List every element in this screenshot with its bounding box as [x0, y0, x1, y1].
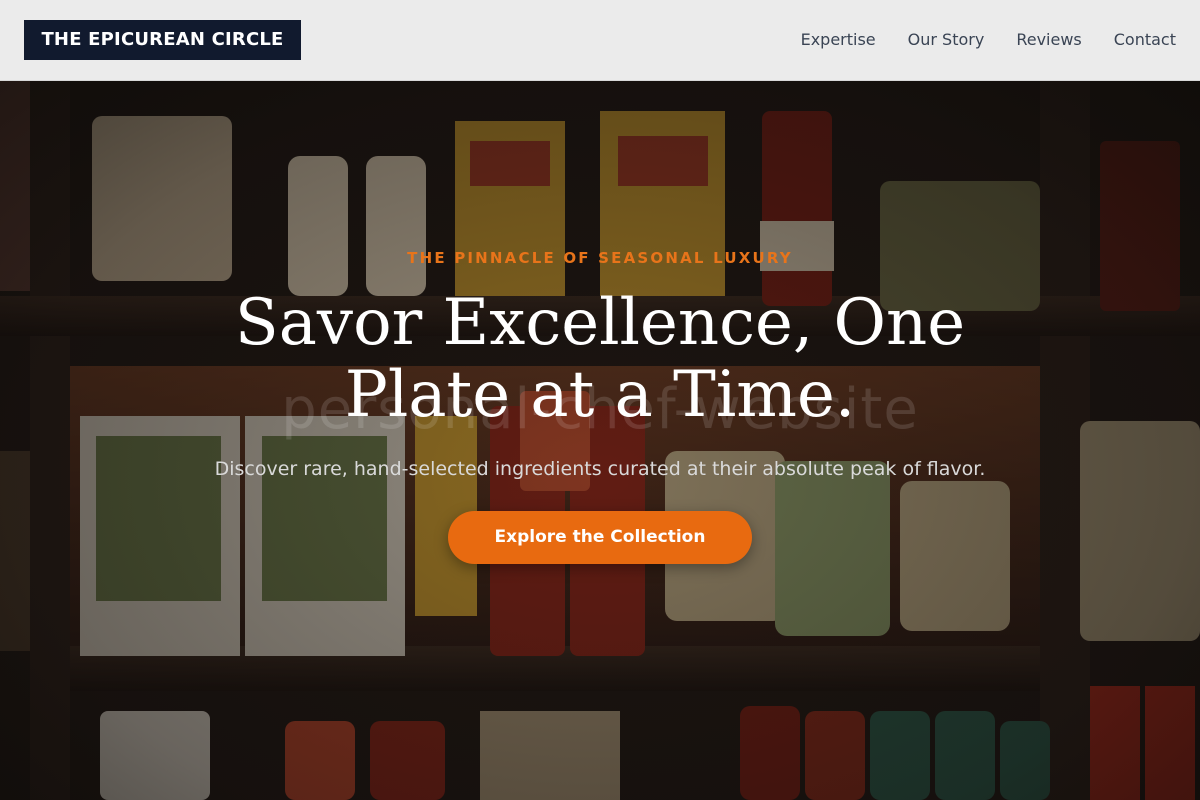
site-header: THE EPICUREAN CIRCLE Expertise Our Story… — [0, 0, 1200, 81]
site-logo[interactable]: THE EPICUREAN CIRCLE — [24, 20, 301, 60]
nav-link-contact[interactable]: Contact — [1114, 29, 1176, 51]
nav-link-reviews[interactable]: Reviews — [1016, 29, 1081, 51]
hero-section: personal-chef-website THE PINNACLE OF SE… — [0, 81, 1200, 800]
main-nav: Expertise Our Story Reviews Contact — [801, 29, 1176, 51]
hero-subtitle: Discover rare, hand-selected ingredients… — [214, 458, 986, 480]
hero-title: Savor Excellence, One Plate at a Time. — [234, 286, 966, 432]
nav-link-our-story[interactable]: Our Story — [908, 29, 985, 51]
hero-content: THE PINNACLE OF SEASONAL LUXURY Savor Ex… — [0, 81, 1200, 800]
hero-eyebrow: THE PINNACLE OF SEASONAL LUXURY — [407, 249, 793, 267]
nav-link-expertise[interactable]: Expertise — [801, 29, 876, 51]
explore-collection-button[interactable]: Explore the Collection — [448, 511, 752, 564]
